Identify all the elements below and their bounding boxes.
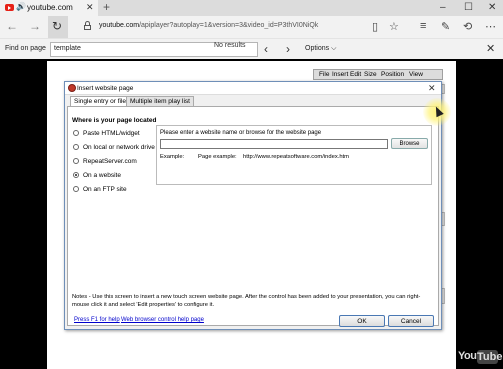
menu-view[interactable]: View — [409, 71, 423, 78]
radio-indicator — [73, 186, 79, 192]
radio-label: RepeatServer.com — [83, 158, 137, 165]
menu-insert[interactable]: Insert — [332, 71, 348, 78]
maximize-button[interactable]: ☐ — [464, 2, 473, 13]
tab-pane: Where is your page located Paste HTML/wi… — [67, 106, 439, 327]
example-url: http://www.repeatsoftware.com/index.htm — [243, 154, 349, 160]
minimize-button[interactable]: – — [440, 2, 446, 13]
radio-label: Paste HTML/widget — [83, 130, 140, 137]
browse-button[interactable]: Browse — [391, 138, 428, 149]
menu-position[interactable]: Position — [381, 71, 404, 78]
radio-repeatserver[interactable]: RepeatServer.com — [73, 158, 153, 166]
app-menubar: File Insert Edit Size Position View — [313, 69, 443, 80]
new-tab-button[interactable]: + — [103, 0, 110, 14]
refresh-button[interactable]: ↻ — [48, 16, 68, 38]
find-query: template — [54, 45, 81, 52]
notes-text: Notes - Use this screen to insert a new … — [72, 294, 421, 308]
insert-website-dialog: Insert website page ✕ Single entry or fi… — [64, 81, 442, 330]
url-prompt: Please enter a website name or browse fo… — [160, 130, 322, 136]
radio-indicator — [73, 172, 79, 178]
app-icon — [68, 84, 76, 92]
dialog-title: Insert website page — [77, 85, 134, 92]
favorite-star-icon[interactable]: ☆ — [389, 20, 399, 33]
close-tab-icon[interactable]: ✕ — [86, 2, 94, 13]
radio-ftp[interactable]: On an FTP site — [73, 186, 153, 194]
example-label: Example: — [160, 154, 185, 160]
menu-edit[interactable]: Edit — [350, 71, 361, 78]
section-heading: Where is your page located — [72, 117, 157, 124]
find-options-button[interactable]: Options ⌵ — [305, 45, 336, 53]
radio-indicator — [73, 144, 79, 150]
tab-title: youtube.com — [27, 3, 73, 12]
tab-strip: 🔊 youtube.com ✕ + – ☐ ✕ — [0, 0, 503, 16]
lock-icon — [84, 21, 91, 30]
dialog-close-button[interactable]: ✕ — [428, 83, 436, 94]
find-bar: Find on page template No results ‹ › Opt… — [0, 38, 503, 59]
forward-arrow-icon[interactable]: → — [29, 19, 41, 33]
refresh-icon: ↻ — [52, 19, 63, 33]
back-arrow-icon[interactable]: ← — [6, 19, 18, 33]
browser-help-link[interactable]: Web browser control help page — [121, 317, 204, 323]
radio-website[interactable]: On a website — [73, 172, 153, 180]
website-url-input[interactable] — [160, 139, 388, 149]
menu-size[interactable]: Size — [364, 71, 377, 78]
page-example-label: Page example: — [198, 154, 237, 160]
address-bar[interactable]: youtube.com/apiplayer?autoplay=1&version… — [99, 22, 318, 29]
web-note-icon[interactable]: ✎ — [441, 20, 450, 33]
browser-tab[interactable]: 🔊 youtube.com ✕ — [0, 0, 98, 16]
navigation-bar: ← → youtube.com/apiplayer?autoplay=1&ver… — [0, 16, 503, 38]
menu-file[interactable]: File — [319, 71, 329, 78]
reading-view-icon[interactable]: ▯ — [372, 20, 378, 33]
speaker-icon[interactable]: 🔊 — [16, 2, 26, 11]
youtube-favicon-icon — [5, 4, 14, 11]
find-next-icon[interactable]: › — [286, 42, 290, 56]
tab-single-entry[interactable]: Single entry or file — [70, 96, 131, 106]
find-results: No results — [214, 42, 246, 49]
more-icon[interactable]: ⋯ — [485, 20, 496, 33]
radio-indicator — [73, 158, 79, 164]
hub-icon[interactable]: ≡ — [420, 20, 426, 32]
close-window-button[interactable]: ✕ — [488, 2, 496, 13]
share-icon[interactable]: ⟲ — [463, 20, 472, 33]
find-close-button[interactable]: ✕ — [486, 42, 495, 55]
help-link[interactable]: Press F1 for help — [74, 317, 120, 323]
ok-button[interactable]: OK — [339, 315, 385, 327]
cancel-button[interactable]: Cancel — [388, 315, 434, 327]
radio-label: On local or network drive — [83, 144, 155, 151]
find-label: Find on page — [5, 45, 46, 52]
radio-paste-html[interactable]: Paste HTML/widget — [73, 130, 153, 138]
tab-multiple-playlist[interactable]: Multiple item play list — [126, 96, 194, 106]
website-group: Please enter a website name or browse fo… — [156, 125, 432, 185]
find-previous-icon[interactable]: ‹ — [264, 42, 268, 56]
radio-local-drive[interactable]: On local or network drive — [73, 144, 155, 152]
radio-label: On an FTP site — [83, 186, 127, 193]
radio-indicator — [73, 130, 79, 136]
dialog-titlebar: Insert website page ✕ — [65, 82, 441, 95]
radio-label: On a website — [83, 172, 121, 179]
